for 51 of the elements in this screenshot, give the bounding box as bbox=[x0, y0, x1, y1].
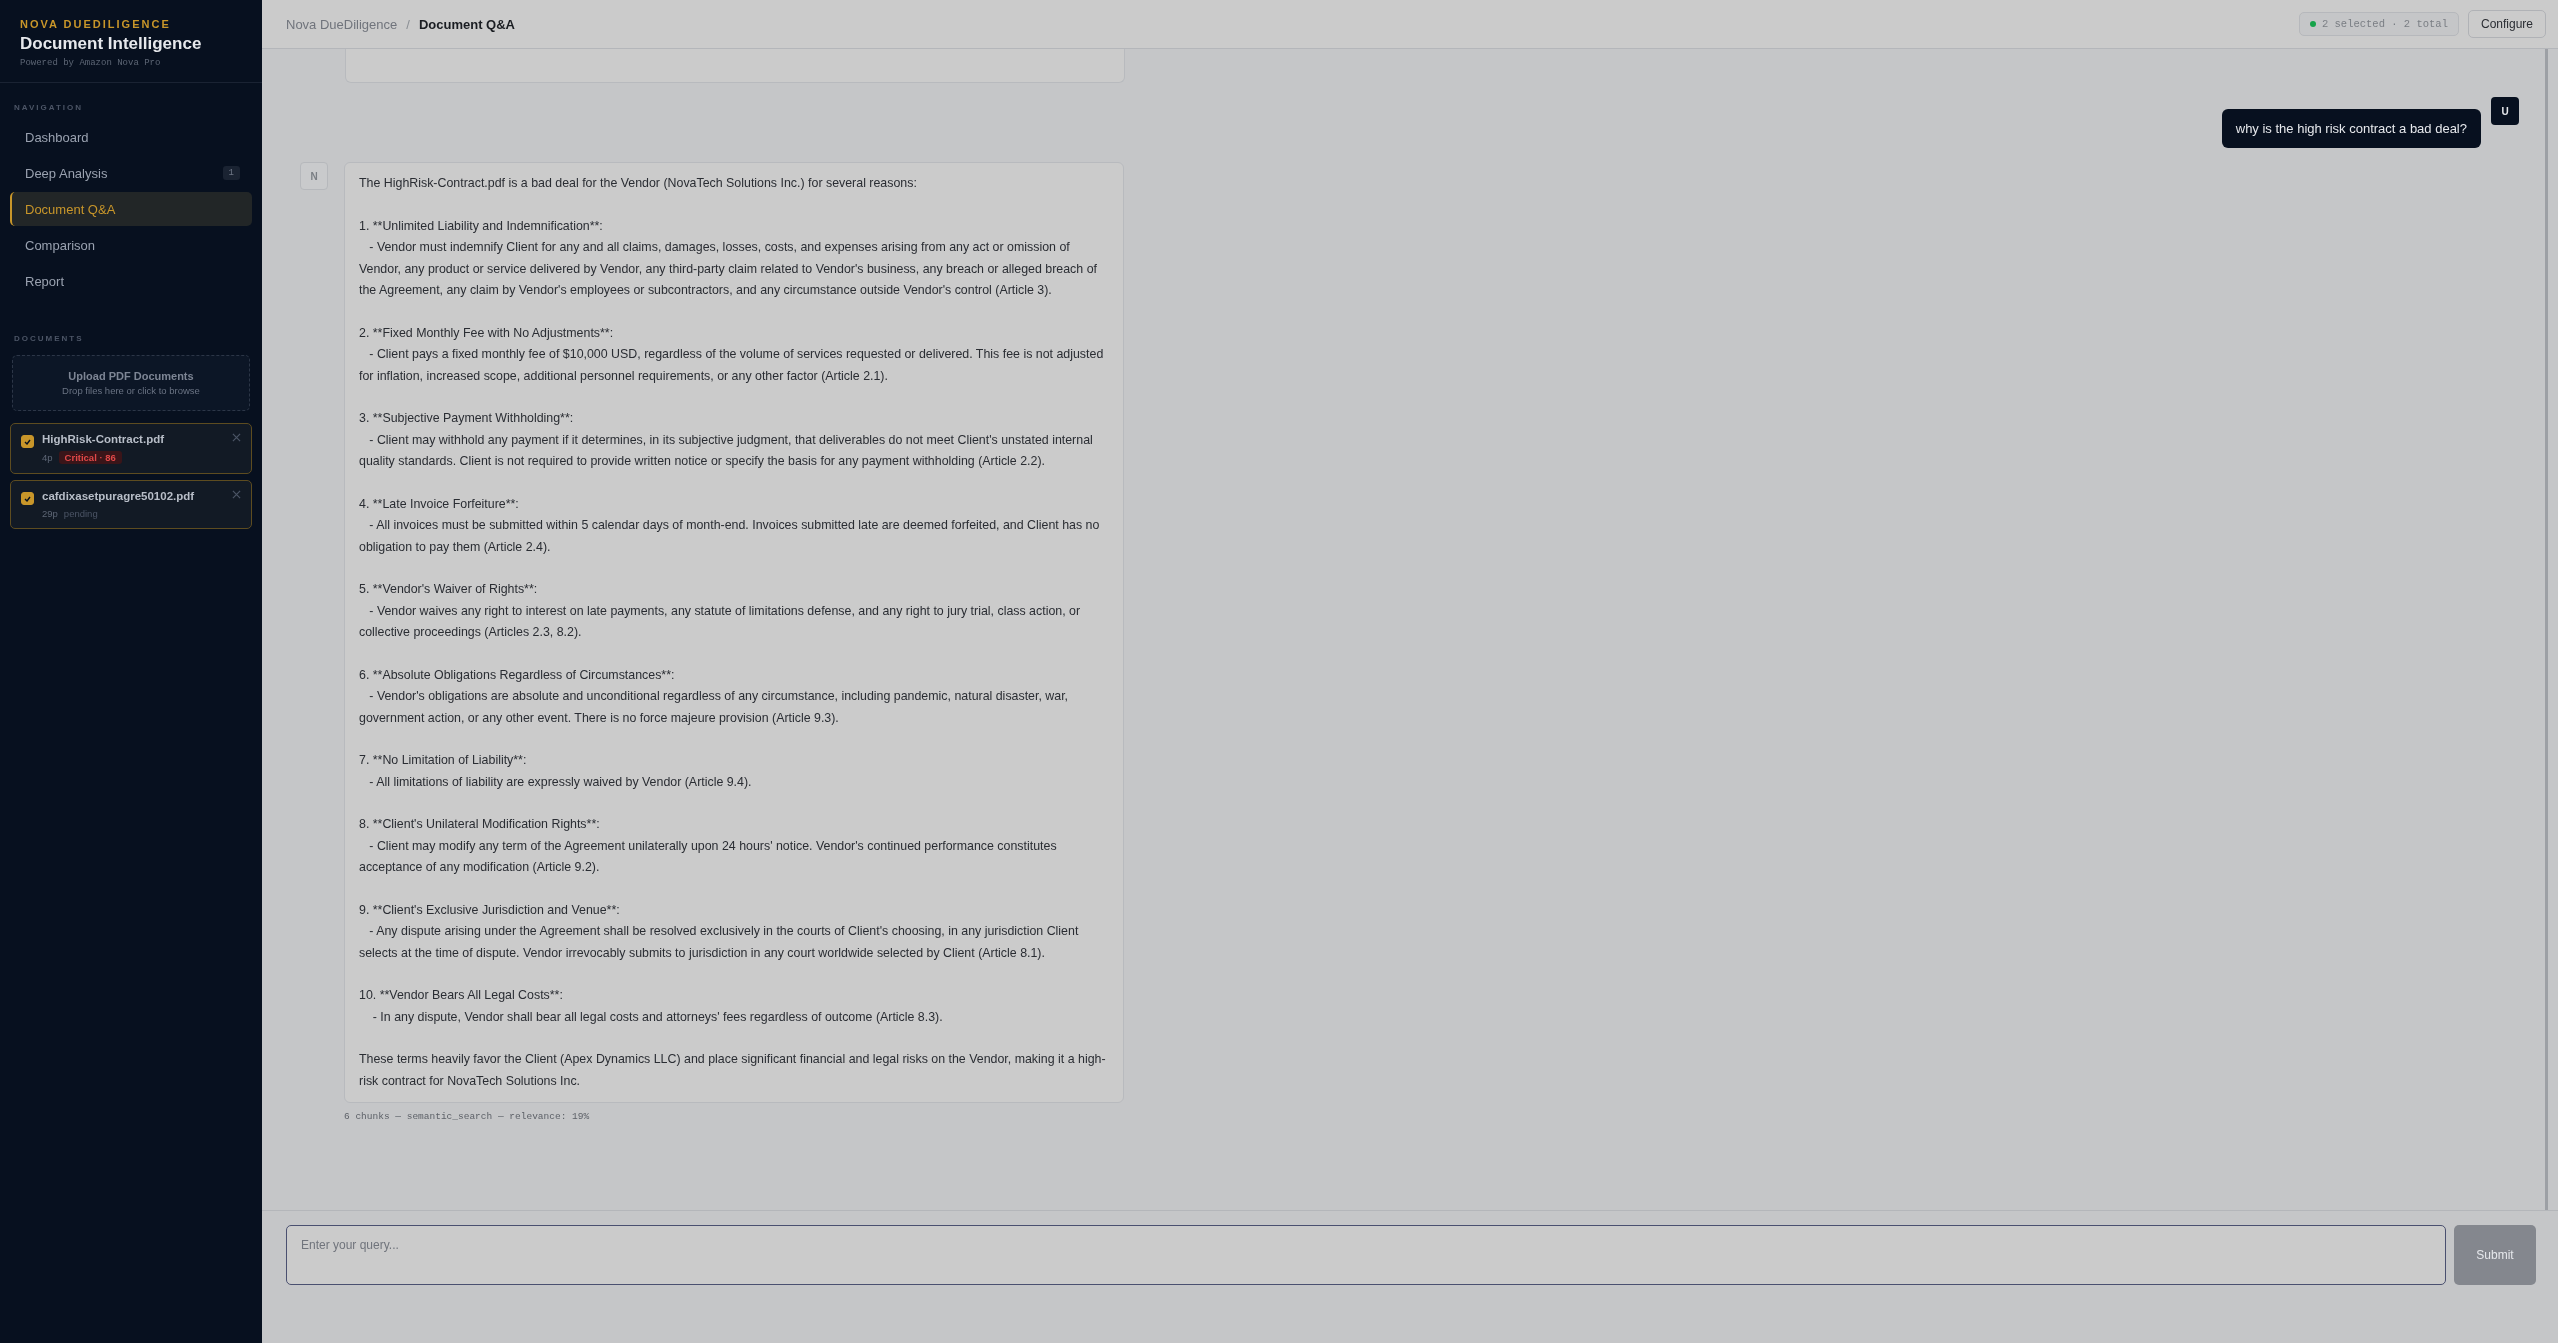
answer-paragraph: 4. **Late Invoice Forfeiture**: - All invoices must be submitted within 5 calendar days of month-end. Invoices submitted late are deemed forfeited, and Client has no obligation to pay them (Article 2.4). bbox=[359, 495, 1101, 556]
count-badge: 1 bbox=[222, 166, 240, 180]
page-count: 4p bbox=[42, 452, 53, 463]
answer-paragraph: 3. **Subjective Payment Withholding**: - Client may withhold any payment if it determines, in its subjective judgment, that deliverables do not meet Client's unstated internal quality standards. Client is not required to provide written notice or specify the basis for any payment withholding (Article 2.2). bbox=[359, 410, 1094, 470]
nav-item[interactable]: Document Q&A bbox=[10, 192, 252, 226]
breadcrumb-item: Document Q&A bbox=[418, 16, 515, 32]
checkmark-icon bbox=[24, 438, 31, 445]
nav-item[interactable]: Dashboard bbox=[10, 120, 252, 154]
user-message: why is the high risk contract a bad deal? bbox=[2221, 109, 2481, 148]
section-heading: DOCUMENTS bbox=[13, 333, 85, 345]
nav-item[interactable]: Report bbox=[10, 264, 252, 298]
page-count: 29p bbox=[42, 508, 58, 519]
assistant-avatar: N bbox=[300, 162, 328, 190]
close-icon bbox=[232, 433, 241, 442]
answer-paragraph: 5. **Vendor's Waiver of Rights**: - Vendor waives any right to interest on late payments, any statute of limitations defense, and any right to jury trial, class action, or collective proceedings (Articles 2.3, 8.2). bbox=[359, 581, 1082, 641]
answer-paragraph: 2. **Fixed Monthly Fee with No Adjustments**: - Client pays a fixed monthly fee of $10,000 USD, regardless of the volume of services requested or delivered. This fee is not adjusted for inflation, increased scope, additional personnel requirements, or any other factor (Article 2.1). bbox=[359, 324, 1105, 385]
document-name: cafdixasetpuragre50102.pdf bbox=[42, 490, 196, 502]
upload-title: Upload PDF Documents bbox=[68, 370, 194, 382]
close-icon bbox=[232, 490, 241, 499]
app-title: Document Intelligence bbox=[20, 34, 203, 54]
configure-button[interactable]: Configure bbox=[2467, 10, 2546, 38]
answer-paragraph: 9. **Client's Exclusive Jurisdiction and Venue**: - Any dispute arising under the Agreement shall be resolved exclusively in the courts of Client's choosing, in any jurisdiction Client selects at the time of dispute. Vendor irrevocably submits to jurisdiction in any court worldwide selected by Client (Article 8.1). bbox=[359, 901, 1080, 962]
nav-item[interactable]: Deep Analysis 1 bbox=[10, 156, 252, 190]
nav-label: Deep Analysis bbox=[25, 165, 108, 181]
query-input[interactable]: Enter your query... bbox=[286, 1225, 2446, 1285]
upload-dropzone[interactable]: Upload PDF Documents Drop files here or click to browse bbox=[12, 355, 250, 411]
document-card[interactable]: cafdixasetpuragre50102.pdf 29p pending bbox=[10, 480, 252, 529]
section-heading: NAVIGATION bbox=[13, 102, 85, 114]
app-subtitle: Powered by Amazon Nova Pro bbox=[20, 58, 162, 68]
answer-paragraph: 6. **Absolute Obligations Regardless of Circumstances**: - Vendor's obligations are absolute and unconditional regardless of any circumstance, including pandemic, natural disaster, war, government action, or any other event. There is no force majeure provision (Article 9.3). bbox=[359, 666, 1070, 727]
selection-count: 2 selected · 2 total bbox=[2321, 18, 2448, 30]
risk-badge: Critical · 86 bbox=[58, 451, 122, 464]
user-avatar: U bbox=[2491, 97, 2519, 125]
brand-name: NOVA DUEDILIGENCE bbox=[20, 18, 172, 30]
checkmark-icon bbox=[24, 495, 31, 502]
checkbox[interactable] bbox=[21, 435, 34, 448]
checkbox[interactable] bbox=[21, 492, 34, 505]
document-card[interactable]: HighRisk-Contract.pdf 4p Critical · 86 bbox=[10, 423, 252, 474]
document-name: HighRisk-Contract.pdf bbox=[42, 433, 166, 445]
answer-paragraph: 10. **Vendor Bears All Legal Costs**: - In any dispute, Vendor shall bear all legal costs and attorneys' fees regardless of outcome (Article 8.3). bbox=[359, 987, 944, 1026]
answer-paragraph: 1. **Unlimited Liability and Indemnification**: - Vendor must indemnify Client for any and all claims, damages, losses, costs, and expenses arising from any act or omission of Vendor, any product or service delivered by Vendor, any third-party claim related to Vendor's business, any breach or alleged breach of the Agreement, any claim by Vendor's employees or subcontractors, and any circumstance outside Vendor's control (Article 3). bbox=[359, 217, 1098, 299]
answer-paragraph: These terms heavily favor the Client (Apex Dynamics LLC) and place significant financial and legal risks on the Vendor, making it a high-risk contract for NovaTech Solutions Inc. bbox=[359, 1051, 1107, 1090]
retrieval-info: 6 chunks — semantic_search — relevance: 19% bbox=[344, 1111, 591, 1122]
status-label: pending bbox=[63, 508, 98, 519]
status-dot-icon bbox=[2309, 21, 2316, 27]
upload-hint: Drop files here or click to browse bbox=[62, 385, 200, 396]
answer-paragraph: The HighRisk-Contract.pdf is a bad deal for the Vendor (NovaTech Solutions Inc.) for several reasons: bbox=[359, 175, 918, 192]
answer-paragraph: 7. **No Limitation of Liability**: - All limitations of liability are expressly waived by Vendor (Article 9.4). bbox=[359, 752, 753, 791]
nav-item[interactable]: Comparison bbox=[10, 228, 252, 262]
answer-paragraph: 8. **Client's Unilateral Modification Rights**: - Client may modify any term of the Agreement unilaterally upon 24 hours' notice. Vendor's continued performance constitutes acceptance of any modification (Article 9.2). bbox=[359, 816, 1058, 876]
breadcrumb-separator: / bbox=[406, 16, 410, 32]
